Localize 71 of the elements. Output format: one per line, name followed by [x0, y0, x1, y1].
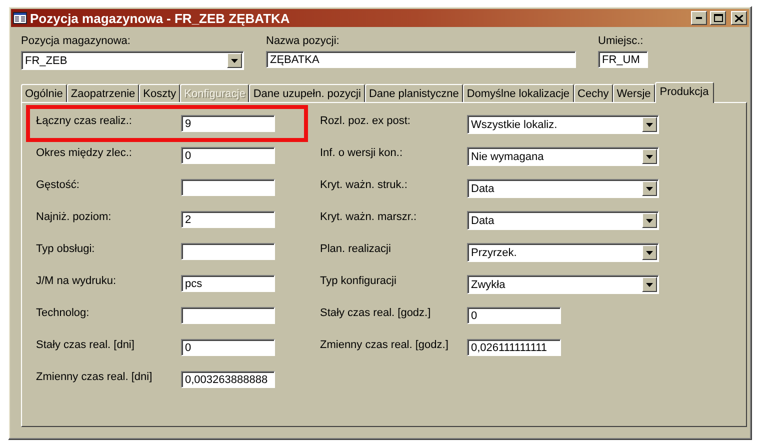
- close-button[interactable]: [731, 11, 747, 25]
- dropdown-button[interactable]: [642, 245, 657, 260]
- dropdown[interactable]: Zwykła: [467, 275, 659, 294]
- input-field[interactable]: [181, 179, 275, 196]
- caret-icon: [646, 154, 653, 158]
- tab[interactable]: Produkcja: [654, 82, 714, 103]
- dropdown-button[interactable]: [642, 277, 657, 292]
- field-label: Stały czas real. [dni]: [36, 339, 136, 351]
- minimize-icon: [696, 17, 702, 19]
- caret-icon: [646, 282, 653, 286]
- dropdown-button[interactable]: [642, 181, 657, 196]
- caret-icon: [646, 122, 653, 126]
- field-label: Technolog:: [36, 307, 90, 319]
- caret-icon: [646, 250, 653, 254]
- form-icon: [13, 12, 27, 24]
- field-label: Typ obsługi:: [36, 243, 96, 255]
- tab[interactable]: Wersje: [612, 84, 655, 102]
- maximize-icon: [714, 14, 722, 22]
- caret-icon: [646, 218, 653, 222]
- input-field[interactable]: 2: [181, 211, 275, 228]
- dropdown[interactable]: Wszystkie lokaliz.: [467, 115, 659, 134]
- close-icon: [735, 14, 743, 22]
- input-field[interactable]: ZĘBATKA: [266, 51, 576, 68]
- input-field[interactable]: FR_UM: [598, 51, 648, 68]
- input-field[interactable]: 0: [181, 339, 275, 356]
- tab[interactable]: Koszty: [139, 84, 180, 102]
- input-field[interactable]: 9: [181, 115, 275, 132]
- dropdown-button[interactable]: [642, 213, 657, 228]
- field-label: Rozl. poz. ex post:: [320, 115, 412, 127]
- field-label: Stały czas real. [godz.]: [320, 307, 432, 319]
- minimize-button[interactable]: [691, 11, 707, 25]
- tab[interactable]: Domyślne lokalizacje: [462, 84, 574, 102]
- field-label: J/M na wydruku:: [36, 275, 118, 287]
- tab[interactable]: Dane uzupełn. pozycji: [249, 84, 365, 102]
- input-field[interactable]: 0: [467, 307, 561, 324]
- input-field[interactable]: [181, 307, 275, 324]
- maximize-button[interactable]: [710, 11, 726, 25]
- dropdown[interactable]: Przyrzek.: [467, 243, 659, 262]
- field-label: Umiejsc.:: [598, 35, 644, 47]
- field-label: Inf. o wersji kon.:: [320, 147, 404, 159]
- field-label: Łączny czas realiz.:: [36, 115, 133, 127]
- field-label: Gęstość:: [36, 179, 80, 191]
- input-field[interactable]: pcs: [181, 275, 275, 292]
- window-title: Pozycja magazynowa - FR_ZEB ZĘBATKA: [30, 10, 291, 26]
- field-label: Zmienny czas real. [godz.]: [320, 339, 450, 351]
- tab[interactable]: Ogólnie: [21, 84, 67, 102]
- dropdown[interactable]: Data: [467, 211, 659, 230]
- caret-icon: [646, 186, 653, 190]
- field-label: Plan. realizacji: [320, 243, 392, 255]
- dropdown-button[interactable]: [642, 149, 657, 164]
- dropdown-button[interactable]: [642, 117, 657, 132]
- tab[interactable]: Cechy: [574, 84, 613, 102]
- input-field[interactable]: 0: [181, 147, 275, 164]
- field-label: Nazwa pozycji:: [266, 35, 340, 47]
- dropdown[interactable]: Data: [467, 179, 659, 198]
- input-field[interactable]: 0,026111111111: [467, 339, 561, 356]
- tab[interactable]: Zaopatrzenie: [66, 84, 140, 102]
- field-label: Pozycja magazynowa:: [21, 35, 132, 47]
- field-label: Typ konfiguracji: [320, 275, 398, 287]
- caret-icon: [231, 58, 238, 62]
- dropdown[interactable]: FR_ZEB: [21, 51, 244, 70]
- field-label: Kryt. ważn. marszr.:: [320, 211, 418, 223]
- field-label: Kryt. ważn. struk.:: [320, 179, 408, 191]
- dropdown[interactable]: Nie wymagana: [467, 147, 659, 166]
- dropdown-button[interactable]: [227, 53, 242, 68]
- field-label: Najniż. poziom:: [36, 211, 112, 223]
- field-label: Zmienny czas real. [dni]: [36, 371, 154, 383]
- field-label: Okres między zlec.:: [36, 147, 133, 159]
- tab[interactable]: Dane planistyczne: [364, 84, 463, 102]
- input-field[interactable]: [181, 243, 275, 260]
- input-field[interactable]: 0,003263888888: [181, 371, 275, 388]
